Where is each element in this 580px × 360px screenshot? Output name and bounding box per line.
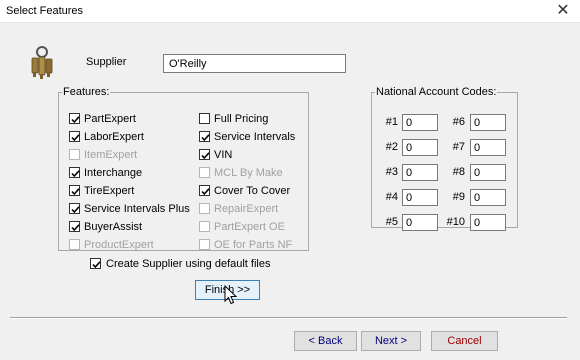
separator [10,317,567,319]
code-input-6[interactable] [470,114,506,131]
back-button[interactable]: < Back [294,331,357,351]
feature-label: Service Intervals [214,131,296,143]
next-button-label: Next > [374,335,408,347]
checkbox-box[interactable] [69,185,80,196]
checkbox-box[interactable] [69,167,80,178]
feature-label: Cover To Cover [214,185,291,197]
keys-icon [31,46,53,79]
checkbox-box[interactable] [199,149,210,160]
checkmark-icon [201,134,210,142]
code-input-9[interactable] [470,189,506,206]
cancel-button[interactable]: Cancel [431,331,498,351]
code-label-6: #6 [452,116,465,128]
code-label-9: #9 [452,191,465,203]
code-input-5[interactable] [402,214,438,231]
checkmark-icon [201,152,210,160]
mouse-pointer-icon [224,285,238,305]
cancel-button-label: Cancel [447,335,482,347]
feature-label: BuyerAssist [84,221,143,233]
national-account-codes-group: National Account Codes: #1 #2 #3 #4 #5 #… [371,86,518,231]
national-account-codes-legend: National Account Codes: [376,86,497,98]
checkbox-box[interactable] [199,113,210,124]
code-input-2[interactable] [402,139,438,156]
checkbox-box[interactable] [69,203,80,214]
code-label-1: #1 [385,116,398,128]
code-input-8[interactable] [470,164,506,181]
checkbox-box[interactable] [69,221,80,232]
code-label-5: #5 [385,216,398,228]
checkbox-box [199,203,210,214]
code-input-4[interactable] [402,189,438,206]
checkbox-box[interactable] [90,258,101,269]
code-label-3: #3 [385,166,398,178]
checkbox-box [199,239,210,250]
feature-label: TireExpert [84,185,135,197]
feature-label: PartExpert OE [214,221,285,233]
checkmark-icon [71,116,80,124]
checkbox-box[interactable] [69,131,80,142]
feature-label: LaborExpert [84,131,144,143]
features-group: Features: PartExpert LaborExpert ItemExp… [58,86,309,251]
checkbox-box[interactable] [69,113,80,124]
checkbox-box[interactable] [199,185,210,196]
feature-label: MCL By Make [214,167,283,179]
checkbox-box [69,149,80,160]
window-title: Select Features [6,5,84,17]
checkmark-icon [71,188,80,196]
checkbox-box [199,221,210,232]
checkmark-icon [71,134,80,142]
supplier-input[interactable] [163,54,346,73]
title-bar: Select Features ✕ [0,0,580,23]
checkbox-box [69,239,80,250]
checkmark-icon [71,206,80,214]
feature-label: RepairExpert [214,203,279,215]
close-icon[interactable]: ✕ [546,0,580,23]
feature-label: ProductExpert [84,239,154,251]
code-label-10: #10 [446,216,465,228]
feature-label: PartExpert [84,113,136,125]
checkmark-icon [71,224,80,232]
back-button-label: < Back [308,335,343,347]
feature-label: ItemExpert [84,149,138,161]
feature-label: VIN [214,149,233,161]
checkbox-box [199,167,210,178]
default-files-label: Create Supplier using default files [106,258,271,270]
code-input-3[interactable] [402,164,438,181]
feature-label: Full Pricing [214,113,269,125]
checkmark-icon [71,170,80,178]
code-input-10[interactable] [470,214,506,231]
code-input-7[interactable] [470,139,506,156]
code-label-7: #7 [452,141,465,153]
code-label-2: #2 [385,141,398,153]
code-label-4: #4 [385,191,398,203]
checkmark-icon [92,261,101,269]
code-label-8: #8 [452,166,465,178]
next-button[interactable]: Next > [361,331,421,351]
feature-label: Interchange [84,167,143,179]
feature-label: Service Intervals Plus [84,203,190,215]
feature-label: OE for Parts NF [214,239,293,251]
checkbox-box[interactable] [199,131,210,142]
code-input-1[interactable] [402,114,438,131]
checkmark-icon [201,188,210,196]
supplier-label: Supplier [86,56,127,68]
features-legend: Features: [63,86,110,98]
